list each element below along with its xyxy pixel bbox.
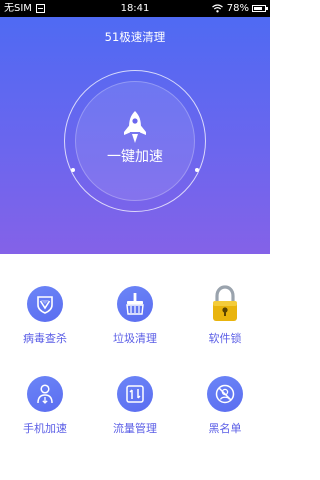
broom-icon [126,293,144,315]
rocket-icon [124,111,146,143]
feature-label: 流量管理 [113,422,157,435]
feature-label: 软件锁 [208,332,242,345]
feature-label: 病毒查杀 [23,332,67,345]
feature-icon-circle [27,376,63,412]
feature-icon-circle [207,376,243,412]
status-bar: 无SIM 18:41 78% [0,0,270,17]
feature-label: 手机加速 [23,422,67,435]
person-speed-icon [37,384,53,404]
status-right: 78% [211,0,268,17]
feature-icon-circle [117,286,153,322]
feature-junk-clean[interactable]: 垃圾清理 [90,286,180,376]
feature-label: 垃圾清理 [113,332,157,345]
feature-blacklist[interactable]: 黑名单 [180,376,270,466]
traffic-icon [126,385,144,403]
boost-label[interactable]: 一键加速 [75,146,195,166]
feature-traffic-manage[interactable]: 流量管理 [90,376,180,466]
feature-label: 黑名单 [208,422,242,435]
feature-icon-circle [27,286,63,322]
feature-phone-boost[interactable]: 手机加速 [0,376,90,466]
feature-virus-scan[interactable]: 病毒查杀 [0,286,90,376]
blocked-user-icon [215,384,235,404]
feature-app-lock[interactable]: 软件锁 [180,285,270,376]
wifi-icon [211,4,223,13]
app-screen: 无SIM 18:41 78% 51极速清理 一键加速 病毒查杀 垃圾清理 软件锁… [0,0,270,480]
app-title: 51极速清理 [104,30,166,44]
ring-dot-left [71,168,75,172]
padlock-icon [213,285,237,321]
shield-check-icon [37,296,53,314]
ring-dot-right [195,168,199,172]
battery-percent: 78% [226,3,249,14]
feature-icon-circle [117,376,153,412]
battery-icon [252,5,268,12]
